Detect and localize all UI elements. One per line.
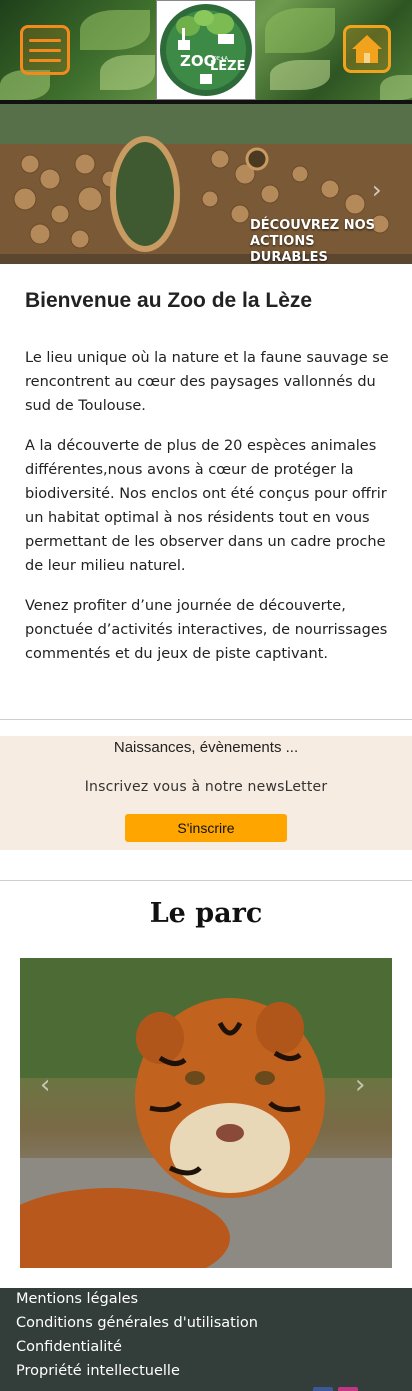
footer-link-cgu[interactable]: Conditions générales d'utilisation xyxy=(16,1315,258,1331)
menu-button[interactable] xyxy=(20,25,70,75)
site-footer: Mentions légales Conditions générales d'… xyxy=(0,1288,412,1391)
leaf-decoration xyxy=(380,75,412,100)
footer-link-propriete[interactable]: Propriété intellectuelle xyxy=(16,1363,180,1379)
welcome-title: Bienvenue au Zoo de la Lèze xyxy=(25,289,313,312)
logo-text-leze: LÈZE xyxy=(210,58,245,74)
home-icon xyxy=(352,35,382,63)
facebook-icon[interactable] xyxy=(313,1387,333,1391)
tiger-image xyxy=(20,958,392,1268)
chevron-right-icon[interactable]: › xyxy=(355,1070,365,1100)
instagram-icon[interactable] xyxy=(338,1387,358,1391)
subscribe-button[interactable]: S'inscrire xyxy=(125,814,287,842)
leaf-decoration xyxy=(265,8,335,53)
parc-title: Le parc xyxy=(149,898,263,929)
leaf-decoration xyxy=(270,60,330,90)
footer-link-confidentialite[interactable]: Confidentialité xyxy=(16,1339,122,1355)
newsletter-section: Naissances, évènements ... Inscrivez vou… xyxy=(0,736,412,850)
logo-icon: ZOO DE LA LÈZE xyxy=(160,4,252,96)
footer-link-mentions[interactable]: Mentions légales xyxy=(16,1291,138,1307)
welcome-paragraph: Le lieu unique où la nature et la faune … xyxy=(25,350,389,414)
zoo-logo[interactable]: ZOO DE LA LÈZE xyxy=(156,0,256,100)
newsletter-prompt: Inscrivez vous à notre newsLetter xyxy=(84,779,328,795)
section-divider xyxy=(0,880,412,881)
section-divider xyxy=(0,719,412,720)
leaf-decoration xyxy=(100,55,155,90)
menu-icon-bar xyxy=(29,38,61,42)
welcome-paragraph: Venez profiter d’une journée de découver… xyxy=(25,598,388,662)
home-button[interactable] xyxy=(343,25,391,73)
hero-next-arrow[interactable]: › xyxy=(372,176,382,204)
hero-caption-line1: DÉCOUVREZ NOS xyxy=(250,218,376,233)
hero-banner[interactable]: DÉCOUVREZ NOS ACTIONS DURABLES xyxy=(0,104,412,264)
newsletter-tagline: Naissances, évènements ... xyxy=(113,739,299,756)
site-header: ZOO DE LA LÈZE xyxy=(0,0,412,100)
chevron-left-icon[interactable]: ‹ xyxy=(40,1070,50,1100)
menu-icon-bar xyxy=(29,58,61,62)
leaf-decoration xyxy=(80,10,150,50)
menu-icon-bar xyxy=(29,48,61,52)
hero-caption-line2: ACTIONS DURABLES xyxy=(250,234,328,264)
parc-carousel-image[interactable] xyxy=(20,958,392,1268)
welcome-paragraph: A la découverte de plus de 20 espèces an… xyxy=(25,438,387,574)
hero-caption: DÉCOUVREZ NOS ACTIONS DURABLES xyxy=(250,218,390,264)
